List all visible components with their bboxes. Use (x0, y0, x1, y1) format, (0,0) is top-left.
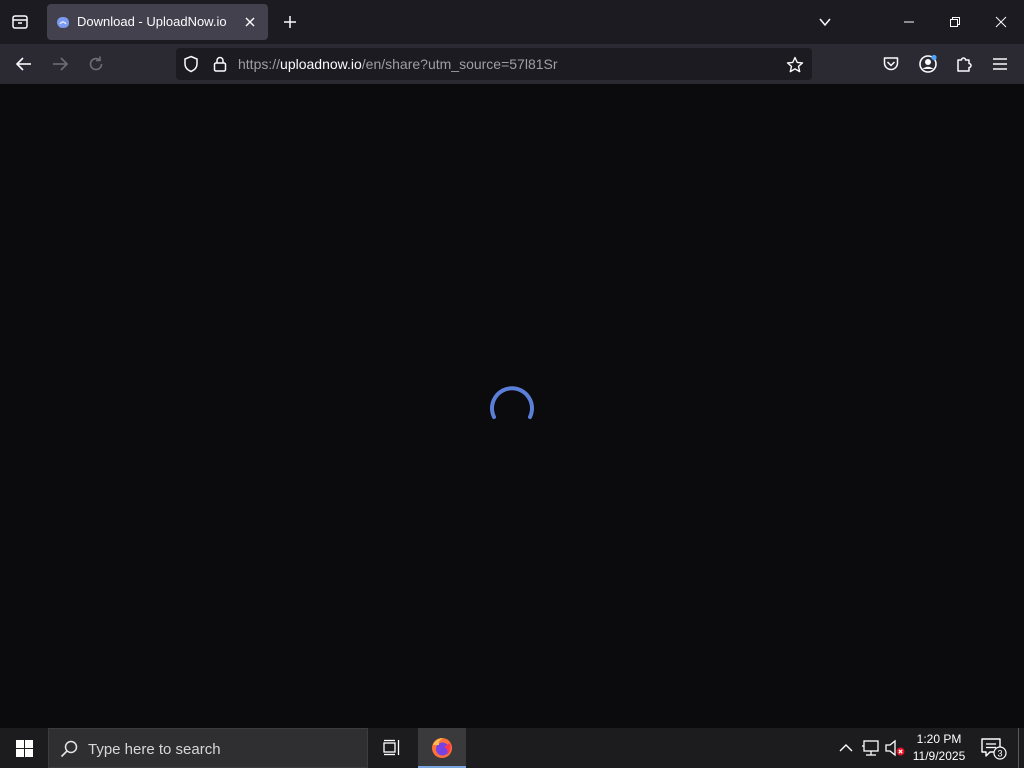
account-button[interactable] (912, 48, 944, 80)
task-view-button[interactable] (372, 728, 412, 768)
windows-taskbar: Type here to search 1:20 PM 11/9/2025 3 (0, 728, 1024, 768)
tab-title: Download - UploadNow.io (77, 14, 227, 29)
search-placeholder: Type here to search (88, 741, 221, 758)
restore-icon (950, 17, 960, 27)
search-icon (60, 740, 78, 758)
list-all-tabs-button[interactable] (811, 8, 839, 36)
tab-close-button[interactable] (240, 12, 260, 32)
url-prefix: https:// (238, 56, 281, 72)
notification-center-icon[interactable]: 3 (978, 736, 1008, 760)
windows-logo-icon (15, 739, 33, 757)
tab-active[interactable]: Download - UploadNow.io (47, 4, 268, 40)
back-button[interactable] (8, 48, 40, 80)
hamburger-icon (993, 58, 1007, 70)
taskbar-search-box[interactable]: Type here to search (48, 728, 368, 768)
reload-icon (89, 56, 103, 71)
extensions-button[interactable] (948, 48, 980, 80)
page-content (0, 84, 1024, 728)
loading-spinner-icon (490, 386, 534, 419)
tab-list-icon (12, 15, 28, 29)
taskbar-firefox-button[interactable] (418, 728, 466, 768)
window-close-button[interactable] (978, 0, 1024, 44)
uploadnow-favicon (57, 17, 69, 28)
plus-icon (284, 16, 296, 28)
menu-button[interactable] (984, 48, 1016, 80)
network-icon[interactable] (860, 738, 882, 758)
chevron-down-icon (819, 18, 831, 27)
url-domain: uploadnow.io (280, 56, 362, 72)
forward-button[interactable] (44, 48, 76, 80)
notification-count: 3 (997, 749, 1002, 759)
reload-button[interactable] (80, 48, 112, 80)
pocket-button[interactable] (875, 48, 907, 80)
shield-icon[interactable] (182, 55, 200, 73)
tab-strip: Download - UploadNow.io (0, 0, 1024, 44)
chevron-up-icon[interactable] (836, 738, 856, 758)
clock-date: 11/9/2025 (912, 749, 966, 763)
address-bar[interactable]: https://uploadnow.io/en/share?utm_source… (176, 48, 812, 80)
puzzle-icon (957, 57, 972, 72)
lock-icon[interactable] (211, 55, 229, 73)
firefox-icon (432, 738, 452, 758)
arrow-right-icon (53, 57, 69, 71)
volume-muted-icon[interactable] (884, 738, 906, 758)
new-tab-button[interactable] (276, 8, 304, 36)
task-view-icon (383, 739, 400, 756)
clock-time: 1:20 PM (916, 732, 962, 746)
arrow-left-icon (15, 57, 31, 71)
navigation-toolbar: https://uploadnow.io/en/share?utm_source… (0, 44, 1024, 84)
show-desktop-button[interactable] (1018, 728, 1019, 768)
pocket-icon (883, 57, 899, 71)
tab-list-button[interactable] (4, 6, 36, 38)
url-text[interactable]: https://uploadnow.io/en/share?utm_source… (238, 56, 558, 72)
window-restore-button[interactable] (932, 0, 978, 44)
start-button[interactable] (0, 728, 48, 768)
minimize-icon (904, 21, 914, 23)
account-icon (919, 54, 937, 73)
url-path: /en/share?utm_source=57l81Sr (361, 56, 558, 72)
close-icon (995, 16, 1007, 28)
taskbar-clock[interactable]: 1:20 PM 11/9/2025 (908, 731, 970, 765)
close-icon (245, 17, 255, 27)
window-minimize-button[interactable] (886, 0, 932, 44)
star-icon[interactable] (786, 56, 804, 74)
